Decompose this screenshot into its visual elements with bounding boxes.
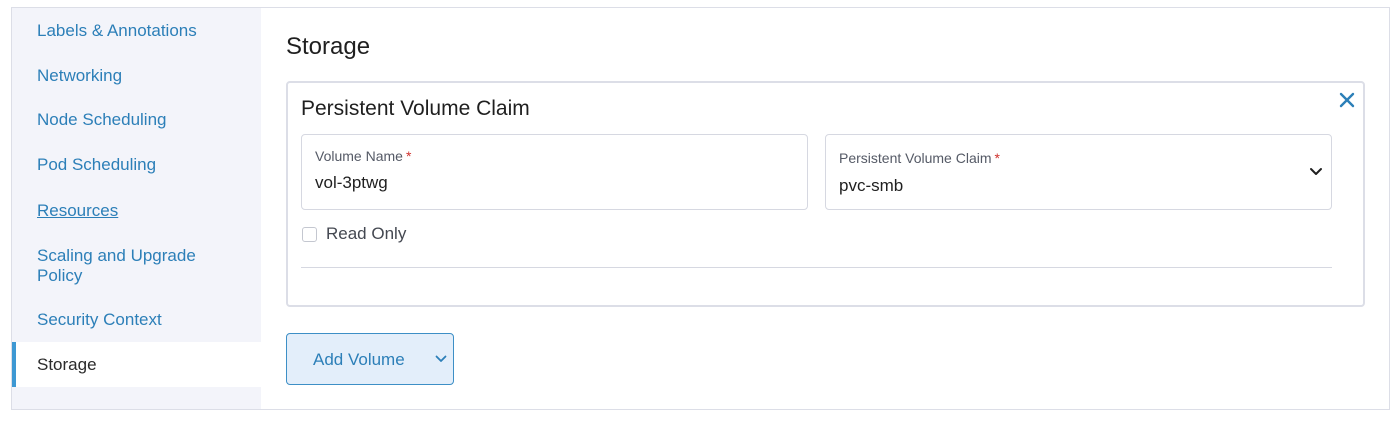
sidebar-item-label: Storage: [37, 355, 97, 374]
pvc-selected-value: pvc-smb: [839, 176, 904, 195]
close-icon: [1339, 92, 1355, 108]
required-mark: *: [994, 150, 1000, 166]
sidebar-item-networking[interactable]: Networking: [12, 66, 261, 86]
pvc-label-text: Persistent Volume Claim: [839, 150, 992, 166]
sidebar-item-label: Scaling and Upgrade Policy: [37, 246, 196, 285]
volume-name-input[interactable]: [315, 173, 775, 193]
sidebar-item-node-scheduling[interactable]: Node Scheduling: [12, 110, 261, 130]
read-only-checkbox[interactable]: [302, 226, 317, 242]
sidebar-item-labels-annotations[interactable]: Labels & Annotations: [12, 21, 261, 41]
sidebar: Labels & Annotations Networking Node Sch…: [12, 8, 261, 409]
sidebar-item-label: Labels & Annotations: [37, 21, 197, 40]
sidebar-item-label: Networking: [37, 66, 123, 85]
read-only-option[interactable]: Read Only: [302, 224, 406, 244]
pvc-label: Persistent Volume Claim *: [839, 150, 1000, 166]
card-title: Persistent Volume Claim: [301, 97, 530, 120]
sidebar-item-pod-scheduling[interactable]: Pod Scheduling: [12, 155, 261, 175]
page-title: Storage: [286, 33, 371, 60]
pvc-card: Persistent Volume Claim Volume Name* Per…: [286, 81, 1365, 307]
sidebar-item-resources[interactable]: Resources: [12, 201, 261, 221]
volume-name-field[interactable]: Volume Name *: [301, 134, 808, 210]
sidebar-item-label: Node Scheduling: [37, 110, 167, 129]
sidebar-item-security-context[interactable]: Security Context: [12, 310, 261, 330]
required-mark: *: [405, 148, 412, 164]
add-volume-label: Add Volume: [313, 350, 405, 369]
divider: [301, 267, 1332, 268]
add-volume-button[interactable]: Add Volume: [286, 333, 454, 385]
chevron-down-icon: [1310, 168, 1322, 175]
volume-name-label: Volume Name *: [315, 148, 411, 164]
sidebar-item-storage[interactable]: Storage: [12, 342, 261, 387]
pvc-select[interactable]: Persistent Volume Claim * pvc-smb: [825, 134, 1332, 210]
sidebar-item-scaling-upgrade-policy[interactable]: Scaling and Upgrade Policy: [12, 246, 261, 286]
remove-volume-button[interactable]: [1336, 89, 1358, 111]
chevron-down-icon[interactable]: [435, 355, 447, 363]
sidebar-item-label: Pod Scheduling: [37, 155, 157, 174]
volume-name-label-text: Volume Name: [315, 148, 403, 164]
sidebar-item-label: Security Context: [37, 310, 162, 329]
sidebar-item-label: Resources: [37, 201, 119, 220]
read-only-label: Read Only: [326, 224, 407, 243]
